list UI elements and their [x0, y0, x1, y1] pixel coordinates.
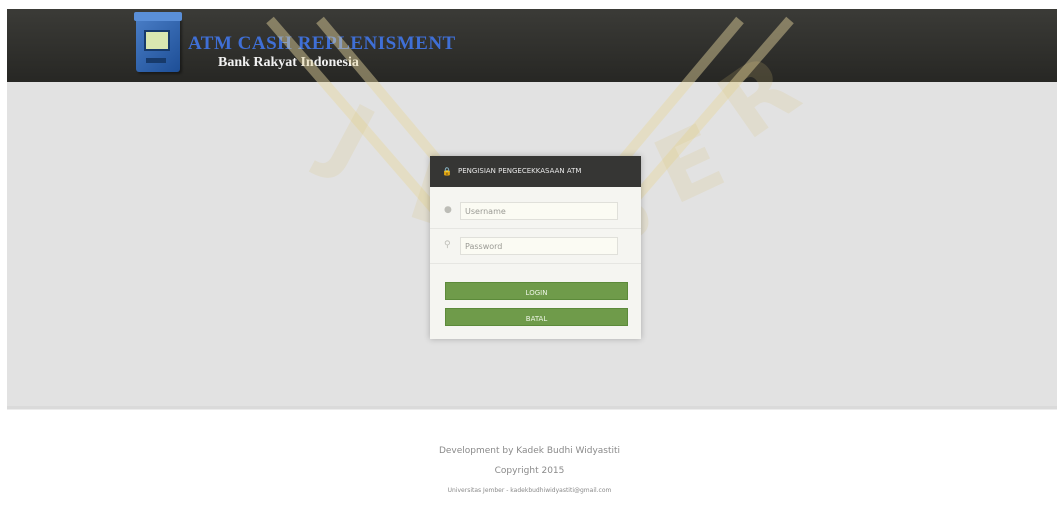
username-row: ●	[430, 194, 641, 229]
key-icon: ⚲	[444, 240, 451, 250]
user-icon: ●	[444, 205, 452, 215]
password-input[interactable]	[460, 237, 618, 255]
atm-machine-icon	[134, 12, 182, 72]
footer-copyright: Copyright 2015	[494, 466, 565, 476]
footer-divider	[7, 406, 1057, 410]
username-input[interactable]	[460, 202, 618, 220]
app-title: ATM CASH REPLENISMENT	[188, 33, 456, 54]
login-panel-header: 🔒 PENGISIAN PENGECEKKASAAN ATM	[430, 156, 641, 187]
cancel-button[interactable]: BATAL	[445, 308, 628, 326]
footer-developer: Development by Kadek Budhi Widyastiti	[438, 446, 621, 456]
lock-icon: 🔒	[442, 167, 452, 176]
password-row: ⚲	[430, 229, 641, 264]
app-subtitle: Bank Rakyat Indonesia	[218, 55, 359, 70]
login-panel-title: PENGISIAN PENGECEKKASAAN ATM	[458, 167, 582, 175]
login-button[interactable]: LOGIN	[445, 282, 628, 300]
login-panel: 🔒 PENGISIAN PENGECEKKASAAN ATM ● ⚲ LOGIN…	[430, 156, 641, 339]
footer-contact: Universitas Jember - kadekbudhiwidyastit…	[447, 487, 612, 494]
